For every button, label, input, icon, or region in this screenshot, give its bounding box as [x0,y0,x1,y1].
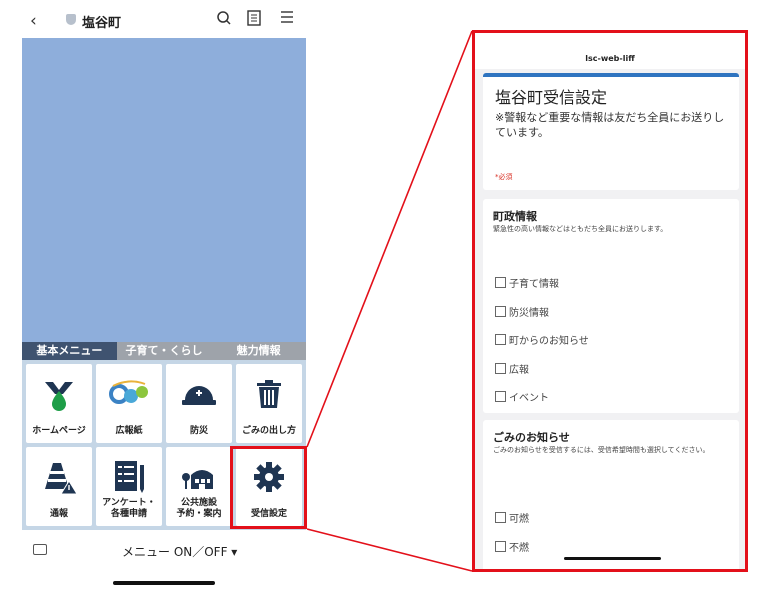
survey-form-icon [115,461,144,493]
checkbox-label: イベント [509,393,549,404]
checkbox-label: 可燃 [509,514,529,525]
form-title: 塩谷町受信設定 [495,88,608,107]
required-note: *必須 [495,173,513,181]
checkbox-childcare[interactable]: 子育て情報 [495,275,559,290]
highlight-box-settings-tile [230,446,307,529]
menu-icon[interactable] [280,10,294,28]
chat-header: ‹ 塩谷町 [0,0,320,38]
tab-childcare-living[interactable]: 子育て・くらし [116,342,212,360]
checkbox-non-burnable[interactable]: 不燃 [495,539,529,554]
checkbox-events[interactable]: イベント [495,389,549,404]
checkbox-label: 防災情報 [509,308,549,319]
liff-app-name: lsc-web-liff [475,33,745,69]
checkbox-box[interactable] [495,541,506,552]
tile-garbage[interactable]: ごみの出し方 [236,364,302,443]
home-indicator [564,557,661,560]
checkbox-disaster[interactable]: 防災情報 [495,304,549,319]
tile-label: 防災 [189,426,208,436]
tile-label: 広報紙 [115,426,143,436]
section-description: ごみのお知らせを受信するには、受信希望時間も選択してください。 [493,446,710,454]
facility-icon [182,470,213,489]
checkbox-box[interactable] [495,334,506,345]
helmet-icon [182,386,216,405]
keyboard-icon[interactable] [33,544,47,555]
checkbox-town-notice[interactable]: 町からのお知らせ [495,332,589,347]
tab-basic-menu[interactable]: 基本メニュー [22,342,117,360]
tab-attractions[interactable]: 魅力情報 [211,342,307,360]
section-town-info: 町政情報 緊急性の高い情報などはともだち全員にお送りします。 子育て情報 防災情… [483,199,739,413]
tile-survey[interactable]: アンケート・ 各種申請 [96,447,162,526]
section-garbage: ごみのお知らせ ごみのお知らせを受信するには、受信希望時間も選択してください。 … [483,420,739,569]
form-header-card: 塩谷町受信設定 ※警報など重要な情報は友だち全員にお送りしています。 *必須 [483,73,739,190]
checkbox-box[interactable] [495,306,506,317]
rich-menu-tabs: 基本メニュー 子育て・くらし 魅力情報 [22,342,307,360]
checkbox-box[interactable] [495,391,506,402]
tile-label: ホームページ [32,426,86,436]
search-icon[interactable] [216,10,232,30]
warning-cone-icon [45,463,78,495]
town-emblem-icon [45,382,73,411]
checkbox-box[interactable] [495,277,506,288]
form-description: ※警報など重要な情報は友だち全員にお送りしています。 [495,111,725,139]
tile-homepage[interactable]: ホームページ [26,364,92,443]
checkbox-box[interactable] [495,363,506,374]
section-title: ごみのお知らせ [493,431,570,444]
menu-toggle[interactable]: メニュー ON／OFF ▾ [122,543,237,560]
checkbox-label: 不燃 [509,543,529,554]
tile-label: ごみの出し方 [241,426,296,436]
checkbox-burnable[interactable]: 可燃 [495,510,529,525]
trash-icon [257,380,281,408]
tile-report[interactable]: 通報 [26,447,92,526]
bottom-bar: メニュー ON／OFF ▾ [0,534,320,564]
newsletter-logo-icon [109,380,148,404]
back-chevron-icon[interactable]: ‹ [30,11,37,31]
tile-disaster[interactable]: 防災 [166,364,232,443]
tile-label: 公共施設 予約・案内 [176,498,222,519]
section-title: 町政情報 [493,210,537,223]
tile-facilities[interactable]: 公共施設 予約・案内 [166,447,232,526]
checkbox-label: 広報 [509,365,529,376]
tile-label: アンケート・ 各種申請 [102,498,156,519]
tile-newsletter[interactable]: 広報紙 [96,364,162,443]
tile-label: 通報 [49,509,68,519]
chat-area [22,38,306,342]
section-description: 緊急性の高い情報などはともだち全員にお送りします。 [493,225,668,233]
checkbox-label: 子育て情報 [509,279,559,290]
notes-icon[interactable] [247,10,261,30]
official-badge-icon [66,14,76,25]
liff-form-panel: lsc-web-liff 塩谷町受信設定 ※警報など重要な情報は友だち全員にお送… [472,30,748,572]
chat-title: 塩谷町 [82,16,122,31]
checkbox-newsletter[interactable]: 広報 [495,361,529,376]
checkbox-label: 町からのお知らせ [509,336,589,347]
home-indicator [113,581,215,585]
line-chat-screen: ‹ 塩谷町 基本メニュー 子育て・くらし 魅力情報 ホームページ 広報紙 防災 … [0,0,320,593]
checkbox-box[interactable] [495,512,506,523]
